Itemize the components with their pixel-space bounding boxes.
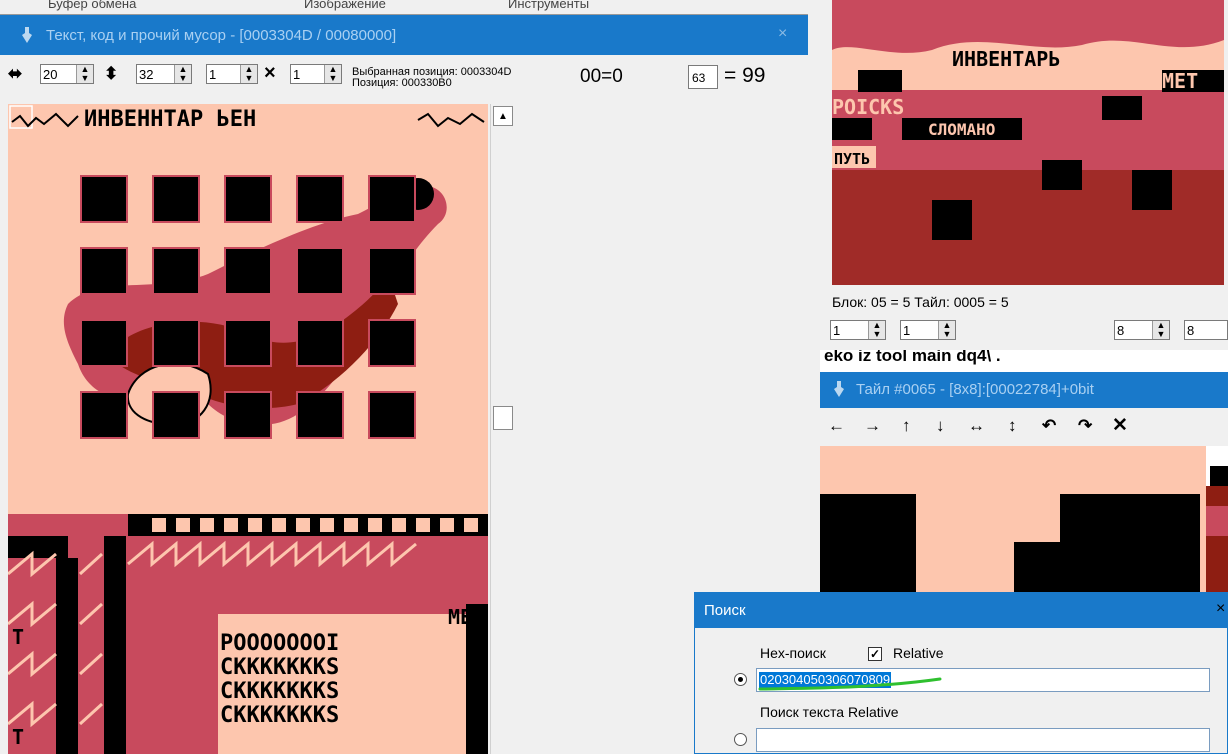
menu-item-image[interactable]: Изображение [304,0,386,11]
block-tile-status: Блок: 05 = 5 Тайл: 0005 = 5 [832,294,1009,310]
svg-text:CKKKKKKKS: CKKKKKKKS [220,655,339,680]
value-input[interactable]: 63 [688,65,718,89]
relative-label: Relative [893,645,944,661]
stepper-arrows-icon[interactable]: ▲ ▼ [1152,321,1169,339]
menu-item-clipboard[interactable]: Буфер обмена [48,0,136,11]
preview-stepper-2-value: 1 [903,323,911,338]
shift-down-icon[interactable]: ↓ [936,416,945,436]
close-icon[interactable]: × [778,25,787,43]
preview-stepper-3-value: 8 [1117,323,1125,338]
vertical-scrollbar[interactable]: ▲ [490,104,515,754]
rotate-left-icon[interactable]: ↶ [1042,416,1056,436]
preview-canvas: ИНВЕНТАРЬ POICKS МЕТ СЛОМАНО ПУТЬ [832,0,1224,285]
preview-stepper-4-value: 8 [1187,323,1195,338]
main-window-titlebar[interactable]: Текст, код и прочий мусор - [0003304D / … [0,15,808,55]
svg-text:ME: ME [448,605,472,629]
position-text: Позиция: 000330B0 [352,77,452,89]
width-stepper[interactable]: 20 ▲ ▼ [40,64,94,84]
background-text-content: eko iz tool main dq4\ . [824,350,1001,365]
svg-text:T: T [12,725,24,749]
tile-header-text: ИНВЕННТАР ЬЕН [84,107,256,132]
rotate-right-icon[interactable]: ↷ [1078,416,1092,436]
width-value: 20 [43,67,58,82]
position-readout: Выбранная позиция: 0003304D Позиция: 000… [352,67,511,89]
preview-stepper-1-value: 1 [833,323,841,338]
clear-icon[interactable]: ✕ [1112,414,1128,437]
preview-stepper-2[interactable]: 1 ▲ ▼ [900,320,956,340]
flip-vertical-icon[interactable]: ↕ [1008,416,1017,436]
stepper-arrows-icon[interactable]: ▲ ▼ [240,65,257,83]
preview-points-label: POICKS [832,95,904,119]
svg-text:CKKKKKKKS: CKKKKKKKS [220,703,339,728]
background-text: eko iz tool main dq4\ . [820,350,1228,372]
search-dialog-titlebar[interactable]: Поиск × [694,592,1228,628]
preview-broken-label: СЛОМАНО [928,120,995,139]
text-search-radio[interactable] [734,733,747,746]
stepper-arrows-icon[interactable]: ▲ ▼ [174,65,191,83]
app-icon [834,381,844,397]
menu-item-tools[interactable]: Инструменты [508,0,589,11]
scroll-up-icon[interactable]: ▲ [493,106,513,126]
stepper-arrows-icon[interactable]: ▲ ▼ [76,65,93,83]
value-result: = 99 [724,64,766,87]
shift-right-icon[interactable]: → [864,416,881,436]
preview-stepper-4[interactable]: 8 [1184,320,1228,340]
preview-met-label: МЕТ [1162,69,1198,93]
scroll-thumb[interactable] [493,406,513,430]
svg-text:POOOOOOOI: POOOOOOOI [220,631,339,656]
green-underline-annotation [758,677,942,691]
stepper-arrows-icon[interactable]: ▲ ▼ [938,321,955,339]
hex-search-label: Hex-поиск [760,645,826,661]
flip-horizontal-icon[interactable]: ↔ [968,416,985,436]
text-search-label: Поиск текста Relative [760,704,899,720]
tile-window-title: Тайл #0065 - [8x8]:[00022784]+0bit [856,381,1094,398]
columns-value: 1 [209,67,217,82]
tile-graphics-canvas[interactable]: ИНВЕННТАР ЬЕН POOOOOOOI CKKKKKKKS CKKKKK… [8,104,488,754]
preview-stepper-3[interactable]: 8 ▲ ▼ [1114,320,1170,340]
relative-checkbox[interactable]: ✓ [868,647,882,661]
text-search-input[interactable] [756,728,1210,752]
stepper-arrows-icon[interactable]: ▲ ▼ [868,321,885,339]
tile-graphics-view[interactable]: ИНВЕННТАР ЬЕН POOOOOOOI CKKKKKKKS CKKKKK… [8,104,488,754]
multiply-icon: × [264,62,276,84]
menu-bar: Буфер обмена Изображение Инструменты [0,0,808,15]
preview-image[interactable]: ИНВЕНТАРЬ POICKS МЕТ СЛОМАНО ПУТЬ [832,0,1224,285]
preview-stepper-1[interactable]: 1 ▲ ▼ [830,320,886,340]
rows-value: 1 [293,67,301,82]
rows-stepper[interactable]: 1 ▲ ▼ [290,64,342,84]
tile-toolbar: ← → ↑ ↓ ↔ ↕ ↶ ↷ ✕ [820,408,1228,446]
preview-header-text: ИНВЕНТАРЬ [952,47,1060,71]
preview-path-label: ПУТЬ [834,150,870,168]
vertical-resize-icon: ⬍ [104,64,119,83]
horizontal-resize-icon: ⬌ [8,64,23,83]
tile-window-titlebar[interactable]: Тайл #0065 - [8x8]:[00022784]+0bit [820,372,1228,408]
height-value: 32 [139,67,154,82]
main-window-title: Текст, код и прочий мусор - [0003304D / … [46,27,397,44]
hex-readout: 00=0 [580,66,623,87]
shift-left-icon[interactable]: ← [828,416,845,436]
app-icon [22,27,32,43]
shift-up-icon[interactable]: ↑ [902,416,911,436]
stepper-arrows-icon[interactable]: ▲ ▼ [324,65,341,83]
hex-search-radio[interactable] [734,673,747,686]
svg-text:T: T [12,625,24,649]
svg-text:CKKKKKKKS: CKKKKKKKS [220,679,339,704]
close-icon[interactable]: × [1216,600,1225,618]
height-stepper[interactable]: 32 ▲ ▼ [136,64,192,84]
columns-stepper[interactable]: 1 ▲ ▼ [206,64,258,84]
search-dialog-title: Поиск [704,602,746,619]
